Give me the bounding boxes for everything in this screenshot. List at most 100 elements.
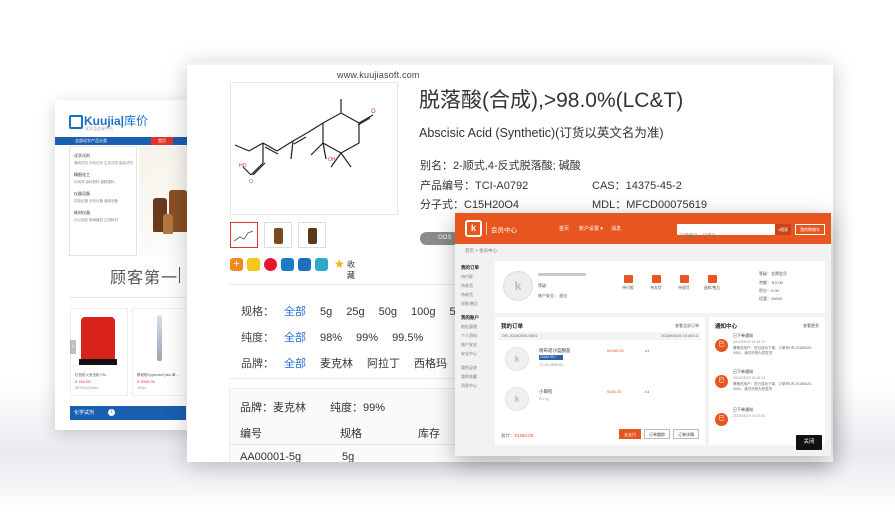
section-header[interactable]: 化学试剂 i <box>70 406 186 420</box>
sidebar-item[interactable]: 退款/售后 <box>461 301 491 307</box>
track-order-button[interactable]: 订单跟踪 <box>644 429 670 439</box>
quick-link-pending-payment[interactable]: 待付款 <box>615 275 641 291</box>
all-categories-tab[interactable]: 全部化学产品分类 <box>57 137 137 145</box>
quick-link-pending-receive[interactable]: 待收货 <box>671 275 697 291</box>
renren-icon[interactable] <box>298 258 311 271</box>
fire-cabinet-base <box>79 359 117 365</box>
close-button[interactable]: 关闭 <box>796 435 822 450</box>
notification-item[interactable]: 已 已下单通知 2018/05/29 15:48:13 尊敬的用户：您已成功下单… <box>715 369 823 399</box>
sidebar-item[interactable]: 消息中心 <box>461 383 491 389</box>
purity-option[interactable]: 98% <box>320 332 342 344</box>
home-tab[interactable]: 首页 <box>151 137 173 145</box>
return-icon <box>707 275 717 283</box>
purity-option[interactable]: 99% <box>356 332 378 344</box>
sidebar-item[interactable]: 我的收藏 <box>461 374 491 380</box>
avatar[interactable]: k <box>503 271 533 301</box>
nav-home[interactable]: 首页 <box>559 225 569 232</box>
purity-all-option[interactable]: 全部 <box>284 332 306 344</box>
brand-option[interactable]: 麦克林 <box>320 358 353 370</box>
order-item-price: ¥1080.00 <box>607 348 624 353</box>
brand-label: 品牌： <box>241 358 274 370</box>
order-item-name[interactable]: 喷布诺沙蓝酮盐 <box>539 348 571 354</box>
spec-all-option[interactable]: 全部 <box>284 306 306 318</box>
member-header: k 会员中心 首页 账户设置 ▾ 消息 ⌕搜索 我的购物车 <box>455 213 831 244</box>
thumbnail-structure[interactable] <box>230 222 258 248</box>
sidebar-item[interactable]: 待发货 <box>461 283 491 289</box>
menu-subitems[interactable]: 通用试剂 分析试剂 生化试剂 高纯试剂 <box>74 161 136 166</box>
pay-button[interactable]: 去支付 <box>619 429 641 439</box>
url-bar[interactable]: www.kuujiasoft.com <box>337 70 420 80</box>
nav-account-settings[interactable]: 账户设置 ▾ <box>579 225 603 232</box>
order-item-image[interactable]: k <box>505 347 529 371</box>
cart-button[interactable]: 我的购物车 <box>795 224 825 235</box>
spec-option[interactable]: 25g <box>346 306 364 318</box>
product-card[interactable]: 红色防火安全柜 FM... ¥ 764.00 NP/90L400mm... <box>70 308 128 396</box>
storefront-nav: 全部化学产品分类 首页 <box>55 137 195 145</box>
menu-group[interactable]: 仪器设备 <box>74 191 136 197</box>
box-icon <box>651 275 661 283</box>
add-icon[interactable]: + <box>230 258 243 271</box>
notification-item[interactable]: 已 已下单通知 2018/05/29 21:02:00 <box>715 407 823 437</box>
order-item-name[interactable]: 小目检 <box>539 389 553 395</box>
browser-top-bar <box>187 62 833 65</box>
thumbnail-bottle[interactable] <box>298 222 326 248</box>
purity-option[interactable]: 99.5% <box>392 332 423 344</box>
notification-item[interactable]: 已 已下单通知 2018/05/29 15:48:13 尊敬的用户：您已成功下单… <box>715 333 823 363</box>
member-sidebar: 我的订单 待付款 待发货 待收货 退款/售后 我的账户 地址管理 个人资料 账户… <box>461 261 491 451</box>
product-structure-image[interactable]: O OH HO O <box>230 82 398 215</box>
spec-option[interactable]: 100g <box>411 306 435 318</box>
sidebar-item[interactable]: 我的足迹 <box>461 365 491 371</box>
status-pill[interactable]: OOS <box>420 232 460 245</box>
menu-subitems[interactable]: 中间体 染料颜料 香精香料 <box>74 180 136 185</box>
brand-all-option[interactable]: 全部 <box>284 358 306 370</box>
brand-option[interactable]: 西格玛 <box>414 358 447 370</box>
sidebar-item[interactable]: 个人资料 <box>461 333 491 339</box>
sidebar-item[interactable]: 账户安全 <box>461 342 491 348</box>
notification-title: 已下单通知 <box>733 333 753 338</box>
order-search-input[interactable] <box>677 230 751 241</box>
menu-subitems[interactable]: 办公用品 玻璃器皿 过滤耗材 <box>74 218 136 223</box>
my-orders-panel: 我的订单 查看全部订单 OR-20180529-0001 2018/05/29 … <box>495 317 705 445</box>
weibo-icon[interactable] <box>264 258 277 271</box>
spec-option[interactable]: 50g <box>379 306 397 318</box>
sidebar-item[interactable]: 待付款 <box>461 274 491 280</box>
product-formula: 分子式：C15H20O4 <box>420 199 520 211</box>
quick-link-pending-ship[interactable]: 待发货 <box>643 275 669 291</box>
search-button[interactable]: ⌕搜索 <box>775 224 791 235</box>
thumbnail-bottle[interactable] <box>264 222 292 248</box>
truck-icon <box>679 275 689 283</box>
view-all-orders-link[interactable]: 查看全部订单 <box>675 323 699 329</box>
logo-mark-icon <box>69 114 83 129</box>
qzone-icon[interactable] <box>247 258 260 271</box>
sidebar-item[interactable]: 安全中心 <box>461 351 491 357</box>
tencent-icon[interactable] <box>281 258 294 271</box>
menu-group[interactable]: 耗材仪器 <box>74 210 136 216</box>
brand-option[interactable]: 阿拉丁 <box>367 358 400 370</box>
favorite-label[interactable]: 收藏 <box>347 259 355 281</box>
col-header-stock: 库存 <box>418 428 440 440</box>
order-item-image[interactable]: k <box>505 387 529 411</box>
menu-group[interactable]: 精细化工 <box>74 172 136 178</box>
account-coupons: 优惠：10000 <box>759 296 783 301</box>
bottle-thumb-icon <box>274 228 283 244</box>
douban-icon[interactable] <box>315 258 328 271</box>
card-spec: 100μl <box>137 386 146 390</box>
nav-messages[interactable]: 消息 <box>611 225 621 232</box>
sidebar-item[interactable]: 地址管理 <box>461 324 491 330</box>
menu-subitems[interactable]: 实验仪器 分析仪器 通用设备 <box>74 199 136 204</box>
product-card[interactable]: 移液枪Eppendorf plus 单... ¥ 2962.00 100μl <box>132 308 186 396</box>
carousel-prev-button[interactable]: ‹ <box>70 340 76 354</box>
spec-option[interactable]: 5g <box>320 306 332 318</box>
notifications-title: 通知中心 <box>715 324 738 330</box>
order-details-button[interactable]: 订单详情 <box>673 429 699 439</box>
notification-icon: 已 <box>715 375 728 388</box>
star-icon[interactable]: ★ <box>334 257 345 271</box>
view-more-link[interactable]: 查看更多 <box>803 323 819 329</box>
sidebar-item[interactable]: 待收货 <box>461 292 491 298</box>
member-logo-icon[interactable]: k <box>465 220 482 237</box>
product-english-name: Abscisic Acid (Synthetic)(订货以英文名为准) <box>419 126 664 140</box>
menu-group[interactable]: 化学试剂 <box>74 153 136 159</box>
product-alias: 别名：2-顺式,4-反式脱落酸; 碱酸 <box>420 160 581 172</box>
notification-body: 尊敬的用户：您已成功下单，订单号OR-20180529-0001，我们尽快为您发… <box>733 346 813 355</box>
quick-link-refund[interactable]: 退款/售后 <box>699 275 725 291</box>
